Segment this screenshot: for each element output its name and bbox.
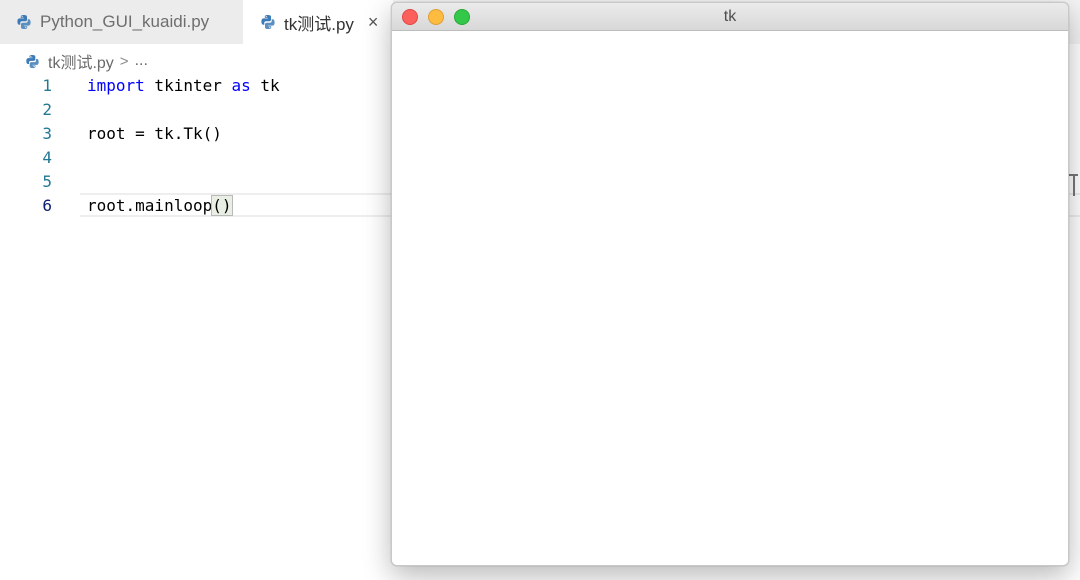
line-text: root.mainloop(): [87, 194, 233, 216]
breadcrumb-file[interactable]: tk测试.py: [48, 49, 114, 73]
paren-open: (: [212, 195, 222, 215]
tk-window[interactable]: tk: [391, 2, 1069, 566]
line-number: 4: [42, 147, 52, 167]
breadcrumb: tk测试.py > ...: [25, 50, 148, 72]
module-name: tkinter: [144, 75, 232, 95]
line-number: 3: [42, 123, 52, 143]
alias-name: tk: [250, 75, 280, 95]
line-number: 2: [42, 99, 52, 119]
chevron-right-icon: >: [119, 52, 129, 70]
line-text: import tkinter as tk: [87, 76, 280, 95]
keyword-as: as: [231, 75, 251, 95]
window-titlebar[interactable]: tk: [392, 3, 1068, 31]
tk-window-body[interactable]: [392, 32, 1068, 565]
line-text: root = tk.Tk(): [87, 123, 222, 143]
tab-label: Python_GUI_kuaidi.py: [40, 12, 210, 31]
window-title: tk: [723, 8, 737, 25]
tab-tk-test[interactable]: tk测试.py ×: [243, 0, 393, 44]
line-number: 1: [42, 75, 52, 95]
line-number: 6: [42, 195, 52, 215]
python-file-icon: [261, 15, 275, 29]
bracket-match-highlight: (): [211, 194, 233, 216]
code-call: root.mainloop: [87, 195, 213, 215]
close-icon[interactable]: ×: [368, 12, 379, 33]
python-file-icon: [26, 54, 39, 68]
python-file-icon: [17, 15, 31, 29]
tab-label: tk测试.py: [284, 14, 354, 34]
line-number: 5: [42, 171, 52, 191]
breadcrumb-symbols[interactable]: ...: [135, 52, 148, 70]
tab-python-gui-kuaidi[interactable]: Python_GUI_kuaidi.py: [0, 0, 243, 44]
paren-close: ): [221, 195, 232, 215]
keyword-import: import: [87, 75, 145, 95]
